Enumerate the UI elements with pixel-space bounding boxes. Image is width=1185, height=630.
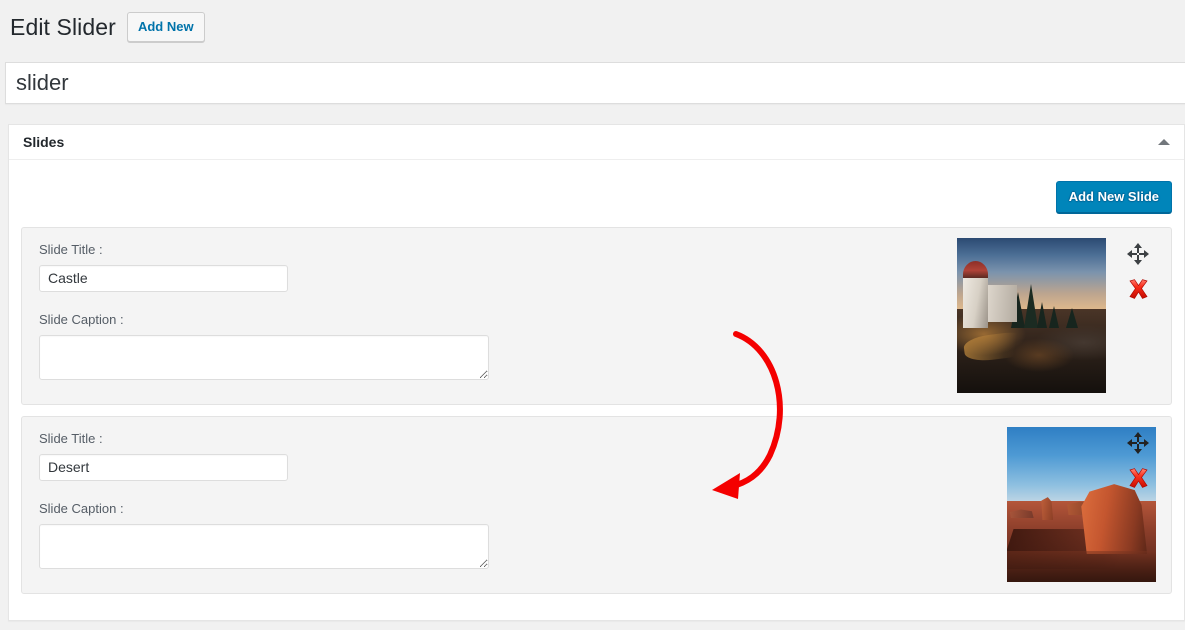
slide-caption-label: Slide Caption : [39, 311, 124, 327]
slide-thumbnail[interactable] [957, 238, 1106, 393]
slide-fields: Slide Title : Slide Caption : [22, 228, 542, 380]
metabox-header[interactable]: Slides [9, 125, 1184, 160]
house-shape [983, 284, 1017, 322]
tree-shape [1065, 307, 1078, 328]
slide-row: Slide Title : Slide Caption : [21, 416, 1172, 594]
page-header: Edit Slider Add New [10, 12, 205, 42]
red-x-delete-icon[interactable] [1126, 466, 1151, 490]
move-arrows-icon[interactable] [1126, 431, 1150, 455]
slides-metabox: Slides Add New Slide Slide Title : Slide… [8, 124, 1185, 621]
slide-title-input[interactable] [39, 453, 288, 481]
tree-shape [1024, 283, 1039, 328]
slide-caption-textarea[interactable] [39, 523, 489, 569]
foreground-layer [1007, 551, 1156, 582]
slide-row: Slide Title : Slide Caption : [21, 227, 1172, 405]
post-title-input[interactable] [6, 63, 1185, 103]
toggle-up-triangle-icon[interactable] [1158, 139, 1170, 145]
lighthouse-tower [962, 275, 989, 328]
slide-actions [1121, 242, 1155, 301]
slide-title-label: Slide Title : [39, 242, 103, 257]
move-arrows-icon[interactable] [1126, 242, 1150, 266]
slide-caption-textarea[interactable] [39, 334, 489, 380]
tree-shape [1049, 305, 1060, 328]
tree-shape [1037, 301, 1048, 328]
slide-title-input[interactable] [39, 264, 288, 292]
add-slide-row: Add New Slide [21, 170, 1172, 227]
post-title-field[interactable] [5, 62, 1185, 104]
slide-actions [1121, 431, 1155, 490]
slide-fields: Slide Title : Slide Caption : [22, 417, 542, 569]
metabox-title: Slides [23, 134, 65, 150]
add-new-button[interactable]: Add New [126, 12, 205, 42]
red-x-delete-icon[interactable] [1126, 277, 1151, 301]
slide-title-label: Slide Title : [39, 431, 103, 446]
slide-caption-label: Slide Caption : [39, 500, 124, 516]
add-new-slide-button[interactable]: Add New Slide [1055, 181, 1172, 213]
metabox-body: Add New Slide Slide Title : Slide Captio… [9, 160, 1184, 620]
page-title: Edit Slider [10, 13, 116, 40]
admin-page: Edit Slider Add New Slides Add New Slide… [0, 0, 1185, 630]
